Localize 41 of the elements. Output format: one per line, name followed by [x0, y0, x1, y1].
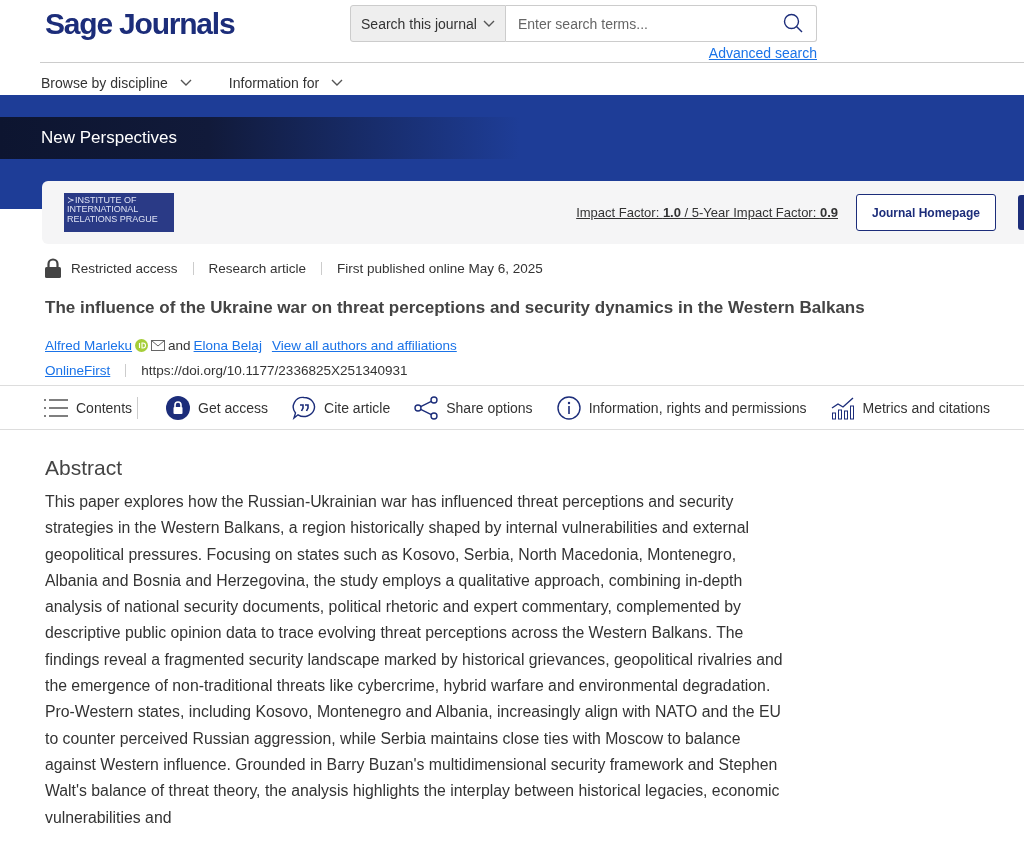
info-icon: [556, 395, 581, 420]
toolbar-button[interactable]: Contents: [44, 398, 133, 417]
publisher-logo[interactable]: ≻INSTITUTE OF INTERNATIONAL RELATIONS PRAGUE: [64, 193, 174, 232]
online-first-link[interactable]: OnlineFirst: [45, 363, 111, 378]
list-icon: [44, 398, 68, 417]
site-logo[interactable]: Sage Journals: [45, 7, 350, 41]
access-status: Restricted access: [71, 260, 178, 276]
advanced-search-link[interactable]: Advanced search: [708, 45, 817, 61]
author-link[interactable]: Elona Belaj: [193, 338, 262, 353]
toolbar-button[interactable]: Share options: [414, 395, 533, 420]
search-icon[interactable]: [783, 13, 803, 33]
toolbar-button[interactable]: Cite article: [292, 395, 391, 420]
abstract-text: This paper explores how the Russian-Ukrainian war has influenced threat perceptions and security strategies in the Western Balkans, a region historically shaped by internal vulnerabilities and external geopolitical pressures. Focusing on states such as Kosovo, Serbia, North Macedonia, Montenegro, Albania and Bosnia and Herzegovina, the study employs a qualitative approach, combining in-depth analysis of national security documents, political rhetoric and expert commentary, complemented by descriptive public opinion data to trace evolving threat perceptions across the Western Balkans. The findings reveal a fragmented security landscape marked by historical grievances, geopolitical rivalries and the emergence of non-traditional threats like cybercrime, hybrid warfare and environmental degradation. Pro-Western states, including Kosovo, Montenegro and Albania, increasingly align with NATO and the EU to counter perceived Russian aggression, while Serbia maintains close ties with Moscow to balance against Western influence. Grounded in Barry Buzan's multidimensional security framework and Stephen Walt's balance of threat theory, the analysis highlights the interplay between historical legacies, economic vulnerabilities and: [45, 492, 784, 828]
nav-menu[interactable]: Browse by discipline: [41, 71, 192, 95]
lock-icon: [45, 258, 61, 278]
quote-icon: [292, 395, 317, 420]
journal-homepage-button[interactable]: Journal Homepage: [856, 194, 996, 231]
lock-icon: [166, 395, 191, 420]
bar-chart-icon: [830, 395, 855, 420]
search-scope-dropdown[interactable]: Search this journal: [350, 5, 506, 42]
impact-factor-link[interactable]: Impact Factor: 1.0 / 5-Year Impact Factor: 0.9: [576, 205, 838, 220]
search-field[interactable]: Enter search terms...: [506, 5, 817, 42]
email-icon[interactable]: [151, 340, 166, 351]
toolbar-button[interactable]: Information, rights and permissions: [556, 395, 807, 420]
toolbar-button[interactable]: Get access: [166, 395, 269, 420]
chevron-icon: [482, 19, 495, 28]
nav-menu[interactable]: Information for: [228, 71, 344, 95]
chevron-icon: [179, 79, 192, 87]
article-title: The influence of the Ukraine war on threat perceptions and security dynamics in the Western Balkans: [45, 298, 866, 318]
doi-text: https://doi.org/10.1177/2336825X251340931: [141, 363, 408, 378]
share-icon: [414, 395, 439, 420]
toolbar-button[interactable]: Metrics and citations: [830, 395, 991, 420]
author-link[interactable]: Alfred Marleku: [45, 338, 133, 353]
button-edge[interactable]: [1018, 195, 1024, 230]
publication-date: First published online May 6, 2025: [337, 260, 543, 276]
chevron-icon: [331, 79, 344, 87]
abstract-heading: Abstract: [45, 456, 124, 480]
view-all-authors-link[interactable]: View all authors and affiliations: [271, 338, 457, 353]
author-joiner: and: [168, 338, 191, 353]
journal-title[interactable]: New Perspectives: [41, 128, 178, 148]
article-type: Research article: [208, 260, 307, 276]
